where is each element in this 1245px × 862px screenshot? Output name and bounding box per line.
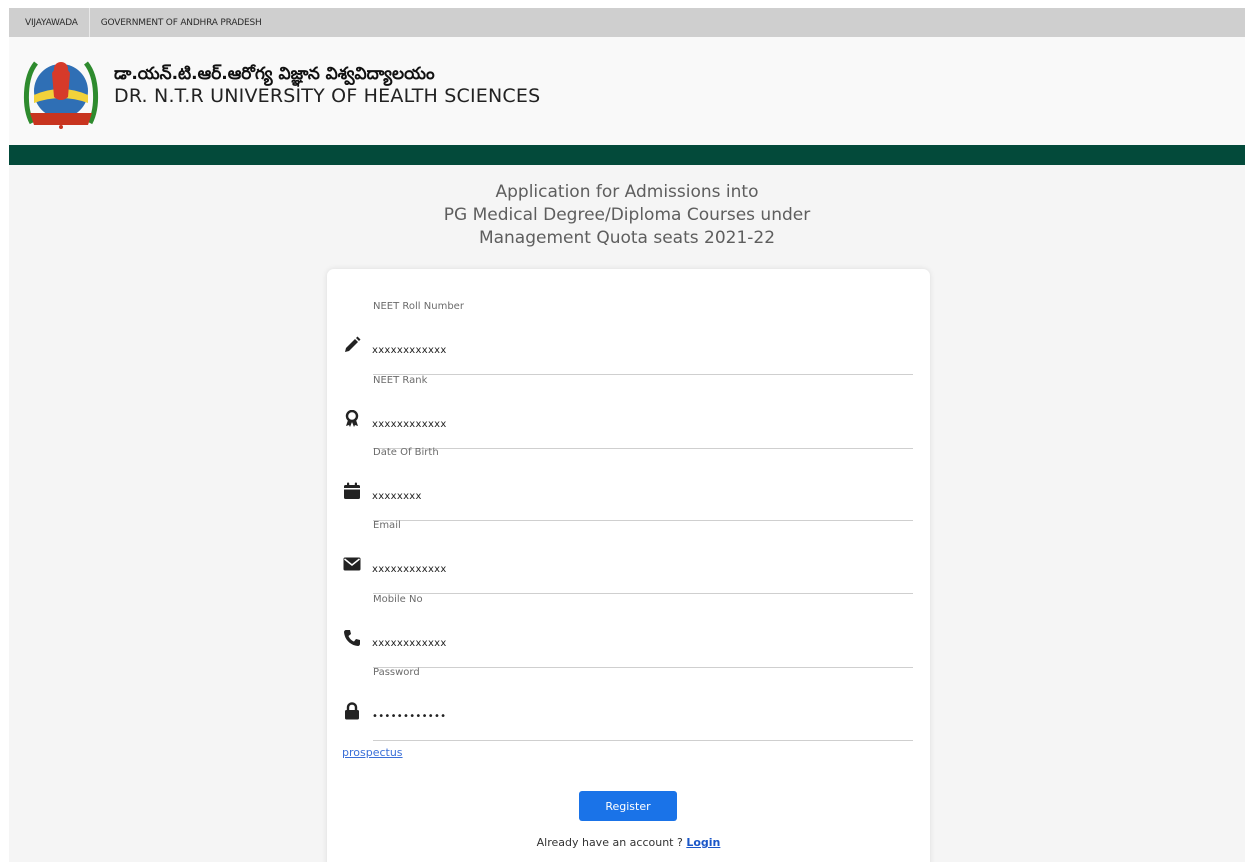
neet-rank-field: NEET Rank [327, 369, 930, 449]
phone-icon [342, 628, 362, 648]
date-of-birth-input[interactable] [372, 491, 892, 502]
award-icon [342, 409, 362, 429]
topbar-item-vijayawada[interactable]: VIJAYAWADA [9, 8, 89, 37]
header-band [9, 145, 1245, 165]
email-label: Email [373, 520, 401, 531]
mobile-no-input[interactable] [372, 638, 892, 649]
university-titles: డా.యన్.టి.ఆర్.ఆరోగ్య విజ్ఞాన విశ్వవిద్యా… [114, 63, 540, 107]
page: VIJAYAWADA GOVERNMENT OF ANDHRA PRADESH … [9, 8, 1245, 862]
prospectus-link[interactable]: prospectus [342, 746, 403, 759]
password-input[interactable] [372, 711, 892, 722]
topbar-item-government[interactable]: GOVERNMENT OF ANDHRA PRADESH [90, 8, 273, 37]
title-english: DR. N.T.R UNIVERSITY OF HEALTH SCIENCES [114, 85, 541, 107]
password-label: Password [373, 667, 420, 678]
top-bar: VIJAYAWADA GOVERNMENT OF ANDHRA PRADESH [9, 8, 1245, 37]
lock-icon [342, 701, 362, 721]
mobile-no-field: Mobile No [327, 588, 930, 668]
page-heading: Application for Admissions into PG Medic… [9, 181, 1245, 250]
date-of-birth-field: Date Of Birth [327, 441, 930, 521]
date-of-birth-label: Date Of Birth [373, 447, 439, 458]
page-heading-line-2: PG Medical Degree/Diploma Courses under [443, 205, 811, 225]
login-prompt: Already have an account ? Login [327, 836, 930, 849]
page-heading-line-1: Application for Admissions into [495, 182, 759, 202]
email-input[interactable] [372, 564, 892, 575]
neet-roll-number-label: NEET Roll Number [373, 301, 464, 312]
university-emblem-logo [23, 61, 99, 129]
field-underline [373, 740, 913, 741]
site-header: డా.యన్.టి.ఆర్.ఆరోగ్య విజ్ఞాన విశ్వవిద్యా… [9, 37, 1245, 145]
register-button[interactable]: Register [579, 791, 677, 821]
envelope-icon [342, 554, 362, 574]
pencil-icon [342, 335, 362, 355]
page-heading-line-3: Management Quota seats 2021-22 [478, 228, 776, 248]
mobile-no-label: Mobile No [373, 594, 423, 605]
login-link[interactable]: Login [686, 836, 720, 849]
neet-rank-input[interactable] [372, 419, 892, 430]
calendar-icon [342, 481, 362, 501]
neet-rank-label: NEET Rank [373, 375, 428, 386]
neet-roll-number-input[interactable] [372, 345, 892, 356]
registration-card: NEET Roll Number NEET Rank Date Of Birth [327, 269, 930, 862]
password-field: Password [327, 661, 930, 741]
neet-roll-number-field: NEET Roll Number [327, 295, 930, 375]
account-prompt-text: Already have an account ? [536, 836, 683, 849]
title-telugu: డా.యన్.టి.ఆర్.ఆరోగ్య విజ్ఞాన విశ్వవిద్యా… [114, 64, 435, 84]
email-field: Email [327, 514, 930, 594]
